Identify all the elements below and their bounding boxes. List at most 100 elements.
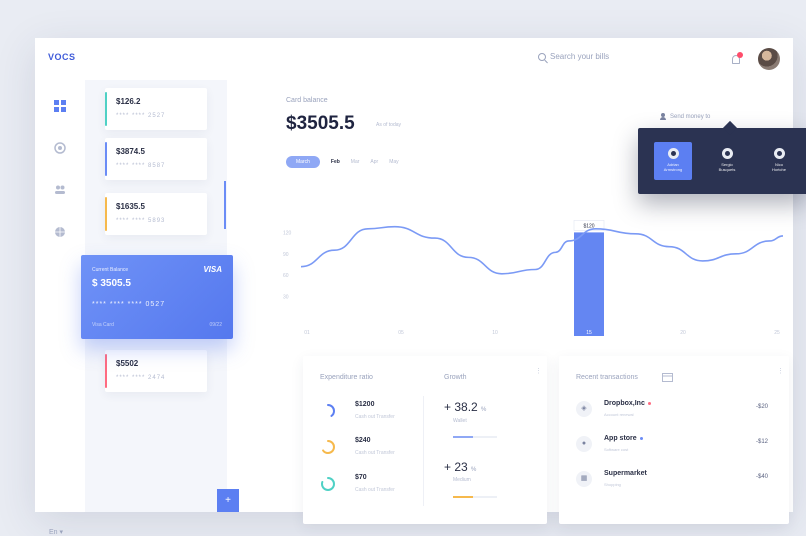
growth-name: Medium — [453, 477, 471, 483]
card-item[interactable]: $5502 **** **** 2474 — [105, 350, 207, 392]
y-tick-label: 60 — [283, 273, 289, 279]
balance-label: Card balance — [286, 97, 328, 104]
transaction-row[interactable]: ● App store Software cost -$12 — [576, 433, 776, 457]
transaction-category: Shopping — [604, 482, 621, 487]
transaction-name-text: Dropbox,Inc — [604, 400, 645, 407]
tab-month[interactable]: Feb — [331, 159, 340, 165]
x-tick-label: 25 — [774, 330, 780, 336]
send-money-button[interactable]: Send money to — [660, 113, 710, 120]
card-number: **** **** 5893 — [116, 218, 166, 224]
transactions-panel: Recent transactions ⋮ ◈ Dropbox,Inc Acco… — [559, 356, 789, 524]
apple-icon: ● — [576, 436, 592, 452]
tab-month[interactable]: Mar — [351, 159, 360, 165]
card-accent — [105, 197, 107, 231]
growth-bar — [453, 496, 497, 498]
more-options-icon[interactable]: ⋮ — [777, 367, 784, 375]
status-dot — [647, 401, 651, 405]
growth-percent: % — [471, 467, 477, 473]
status-dot — [639, 436, 643, 440]
active-card-expiry: 09/22 — [209, 322, 222, 328]
expenditure-amount: $70 — [355, 474, 367, 481]
expenditure-item[interactable]: $240 Cash out Transfer — [320, 435, 410, 461]
tab-month[interactable]: March — [286, 156, 320, 168]
notification-icon[interactable] — [730, 52, 743, 65]
language-selector[interactable]: En ▾ — [49, 528, 63, 536]
balance-line — [300, 225, 784, 275]
calendar-icon[interactable] — [662, 372, 673, 382]
card-number: **** **** 2527 — [116, 113, 166, 119]
growth-value-number: + 38.2 — [444, 400, 478, 414]
x-tick-label: 05 — [398, 330, 404, 336]
transactions-title: Recent transactions — [576, 374, 638, 381]
growth-value: + 23 % — [444, 460, 476, 474]
active-card-amount: $ 3505.5 — [92, 278, 131, 289]
ratio-ring-icon — [321, 477, 335, 491]
more-options-icon[interactable]: ⋮ — [535, 367, 542, 375]
search-input[interactable]: Search your bills — [550, 52, 609, 61]
transaction-amount: -$20 — [756, 404, 769, 410]
expenditure-item[interactable]: $70 Cash out Transfer — [320, 472, 410, 498]
balance-chart[interactable]: $12012090603001 05 10 15 20 25 — [279, 205, 793, 342]
contact-item[interactable]: Adrian Armstrong — [654, 142, 692, 180]
card-item[interactable]: $3874.5 **** **** 8587 — [105, 138, 207, 180]
contact-item[interactable]: Sergio Busquets — [708, 142, 746, 180]
ratio-ring-icon — [321, 404, 335, 418]
card-item[interactable]: $126.2 **** **** 2527 — [105, 88, 207, 130]
x-tick-label: 15 — [586, 330, 592, 336]
avatar — [773, 148, 785, 159]
expenditure-sub: Cash out Transfer — [355, 487, 395, 493]
wallet-icon[interactable] — [54, 142, 66, 154]
contact-name-line2: Armstrong — [663, 167, 683, 172]
avatar — [667, 148, 679, 159]
notification-badge — [737, 52, 743, 58]
active-card[interactable]: Current Balance VISA $ 3505.5 **** **** … — [81, 255, 233, 339]
highlight-bar — [574, 232, 604, 336]
expenditure-title: Expenditure ratio — [320, 374, 373, 381]
expenditure-amount: $240 — [355, 437, 371, 444]
growth-title: Growth — [444, 374, 467, 381]
transaction-name: App store — [604, 435, 643, 442]
expenditure-item[interactable]: $1200 Cash out Transfer — [320, 399, 410, 425]
expenditure-panel: Expenditure ratio Growth ⋮ $1200 Cash ou… — [303, 356, 547, 524]
scrollbar-thumb[interactable] — [224, 181, 226, 229]
sidebar-rail: En ▾ — [35, 80, 85, 536]
card-amount: $5502 — [116, 359, 139, 368]
growth-bar-fill — [453, 496, 473, 498]
user-avatar[interactable] — [758, 48, 780, 70]
search-bar[interactable]: Search your bills — [538, 52, 609, 61]
globe-icon[interactable] — [54, 226, 66, 238]
app-logo[interactable]: VOCS — [48, 52, 76, 62]
send-money-label: Send money to — [670, 113, 711, 120]
balance-as-of: As of today — [376, 122, 402, 128]
expenditure-sub: Cash out Transfer — [355, 450, 395, 456]
transaction-row[interactable]: ▦ Supermarket Shopping -$40 — [576, 468, 776, 492]
x-tick-label: 10 — [492, 330, 498, 336]
growth-percent: % — [481, 407, 487, 413]
card-accent — [105, 354, 107, 388]
tab-month[interactable]: May — [389, 159, 398, 165]
dashboard-icon[interactable] — [54, 100, 66, 112]
balance-amount: $3505.5 — [286, 113, 355, 134]
growth-value-number: + 23 — [444, 460, 468, 474]
transaction-row[interactable]: ◈ Dropbox,Inc Account renewal -$20 — [576, 398, 776, 422]
divider — [423, 396, 424, 506]
avatar — [721, 148, 733, 159]
transaction-name: Supermarket — [604, 470, 647, 477]
expenditure-sub: Cash out Transfer — [355, 414, 395, 420]
transaction-name: Dropbox,Inc — [604, 400, 651, 407]
card-number: **** **** 2474 — [116, 375, 166, 381]
search-icon — [538, 52, 546, 61]
active-card-label: Current Balance — [92, 267, 129, 273]
tab-month[interactable]: Apr — [370, 159, 378, 165]
card-amount: $1635.5 — [116, 202, 145, 211]
top-bar: VOCS Search your bills — [35, 38, 793, 80]
transaction-category: Software cost — [604, 447, 629, 452]
growth-bar — [453, 436, 497, 438]
contact-item[interactable]: Nico Hortche — [760, 142, 798, 180]
people-icon[interactable] — [54, 184, 66, 196]
card-accent — [105, 92, 107, 126]
transaction-amount: -$12 — [756, 439, 769, 445]
send-money-popover: Adrian Armstrong Sergio Busquets Nico Ho… — [638, 128, 806, 194]
card-item[interactable]: $1635.5 **** **** 5893 — [105, 193, 207, 235]
visa-logo-icon: VISA — [203, 265, 222, 274]
